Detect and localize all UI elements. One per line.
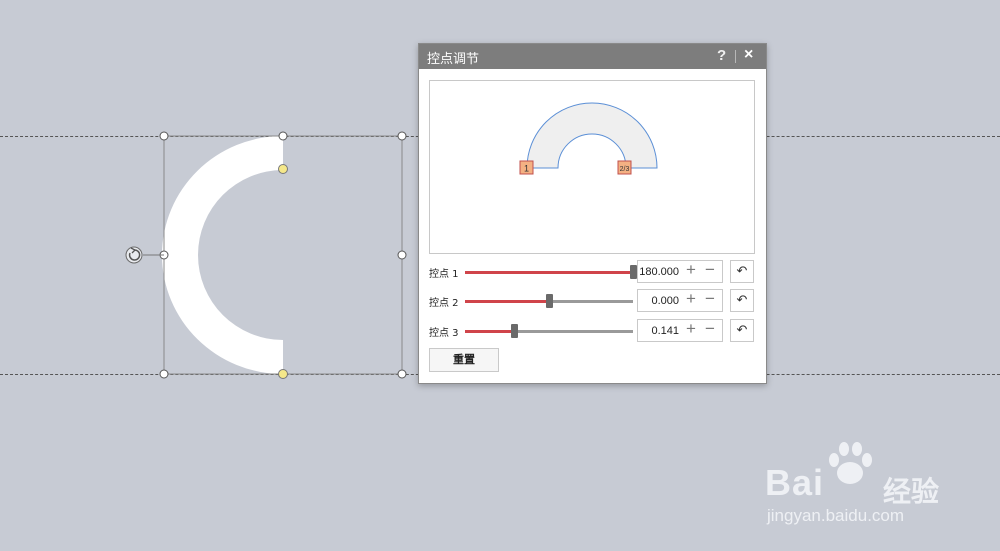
resize-handle-top-left[interactable] xyxy=(159,131,169,141)
value-input[interactable]: 0.000 + − xyxy=(637,289,723,312)
rotate-handle-icon[interactable] xyxy=(125,246,143,264)
resize-handle-top[interactable] xyxy=(278,131,288,141)
resize-handle-top-right[interactable] xyxy=(397,131,407,141)
block-arc-shape[interactable] xyxy=(161,136,283,374)
handle-slider[interactable] xyxy=(465,294,633,308)
baidu-watermark: Bai 经验 jingyan.baidu.com xyxy=(765,440,965,530)
value-input[interactable]: 180.000 + − xyxy=(637,260,723,283)
resize-handle-right[interactable] xyxy=(397,250,407,260)
preview-graphic: 1 2/3 xyxy=(519,102,658,175)
slider-thumb[interactable] xyxy=(546,294,553,308)
reset-all-button[interactable]: 重置 xyxy=(429,348,499,372)
reset-handle-button[interactable]: ↶ xyxy=(730,260,754,283)
handle-slider[interactable] xyxy=(465,265,637,279)
resize-handle-bottom-right[interactable] xyxy=(397,369,407,379)
handle-slider[interactable] xyxy=(465,324,633,338)
handle-label: 控点 3 xyxy=(429,328,459,339)
svg-text:1: 1 xyxy=(524,164,529,174)
value-input[interactable]: 0.141 + − xyxy=(637,319,723,342)
adjust-handles-dialog: 控点调节 ? × 1 2/3 控点 1 180.000 + − ↶ 控点 2 0… xyxy=(418,43,767,384)
preview-handle-1[interactable]: 1 xyxy=(519,160,534,175)
undo-icon: ↶ xyxy=(736,264,748,279)
help-icon[interactable]: ? xyxy=(717,47,726,64)
watermark-brand-cn: 经验 xyxy=(883,475,940,508)
reset-handle-button[interactable]: ↶ xyxy=(730,289,754,312)
handle-row-3: 控点 3 0.141 + − ↶ xyxy=(419,319,766,343)
dialog-titlebar[interactable]: 控点调节 ? × xyxy=(419,44,766,69)
svg-text:2/3: 2/3 xyxy=(620,166,630,173)
watermark-url: jingyan.baidu.com xyxy=(767,506,905,525)
dialog-title: 控点调节 xyxy=(427,52,480,67)
adjust-handle-upper[interactable] xyxy=(278,164,288,174)
plus-icon[interactable]: + xyxy=(686,319,696,339)
plus-icon[interactable]: + xyxy=(686,289,696,309)
value-text: 0.141 xyxy=(651,325,679,337)
slider-fill xyxy=(465,300,549,303)
preview-handle-2-3[interactable]: 2/3 xyxy=(617,160,632,175)
watermark-brand: Bai xyxy=(765,462,825,503)
handle-label: 控点 1 xyxy=(429,269,459,280)
handle-row-2: 控点 2 0.000 + − ↶ xyxy=(419,289,766,313)
resize-handle-bottom-left[interactable] xyxy=(159,369,169,379)
handle-row-1: 控点 1 180.000 + − ↶ xyxy=(419,260,766,284)
reset-handle-button[interactable]: ↶ xyxy=(730,319,754,342)
plus-icon[interactable]: + xyxy=(686,260,696,280)
value-text: 180.000 xyxy=(639,266,679,278)
slider-fill xyxy=(465,271,633,274)
minus-icon[interactable]: − xyxy=(705,319,715,339)
adjust-handle-lower[interactable] xyxy=(278,369,288,379)
minus-icon[interactable]: − xyxy=(705,260,715,280)
slider-thumb[interactable] xyxy=(630,265,637,279)
minus-icon[interactable]: − xyxy=(705,289,715,309)
close-icon[interactable]: × xyxy=(744,46,753,64)
preview-arc xyxy=(526,102,658,169)
titlebar-divider xyxy=(735,50,736,63)
value-text: 0.000 xyxy=(651,295,679,307)
shape-preview: 1 2/3 xyxy=(429,80,755,254)
slider-fill xyxy=(465,330,514,333)
slider-thumb[interactable] xyxy=(510,324,518,338)
undo-icon: ↶ xyxy=(736,323,748,338)
handle-label: 控点 2 xyxy=(429,298,459,309)
undo-icon: ↶ xyxy=(736,293,748,308)
paw-icon xyxy=(829,442,872,484)
